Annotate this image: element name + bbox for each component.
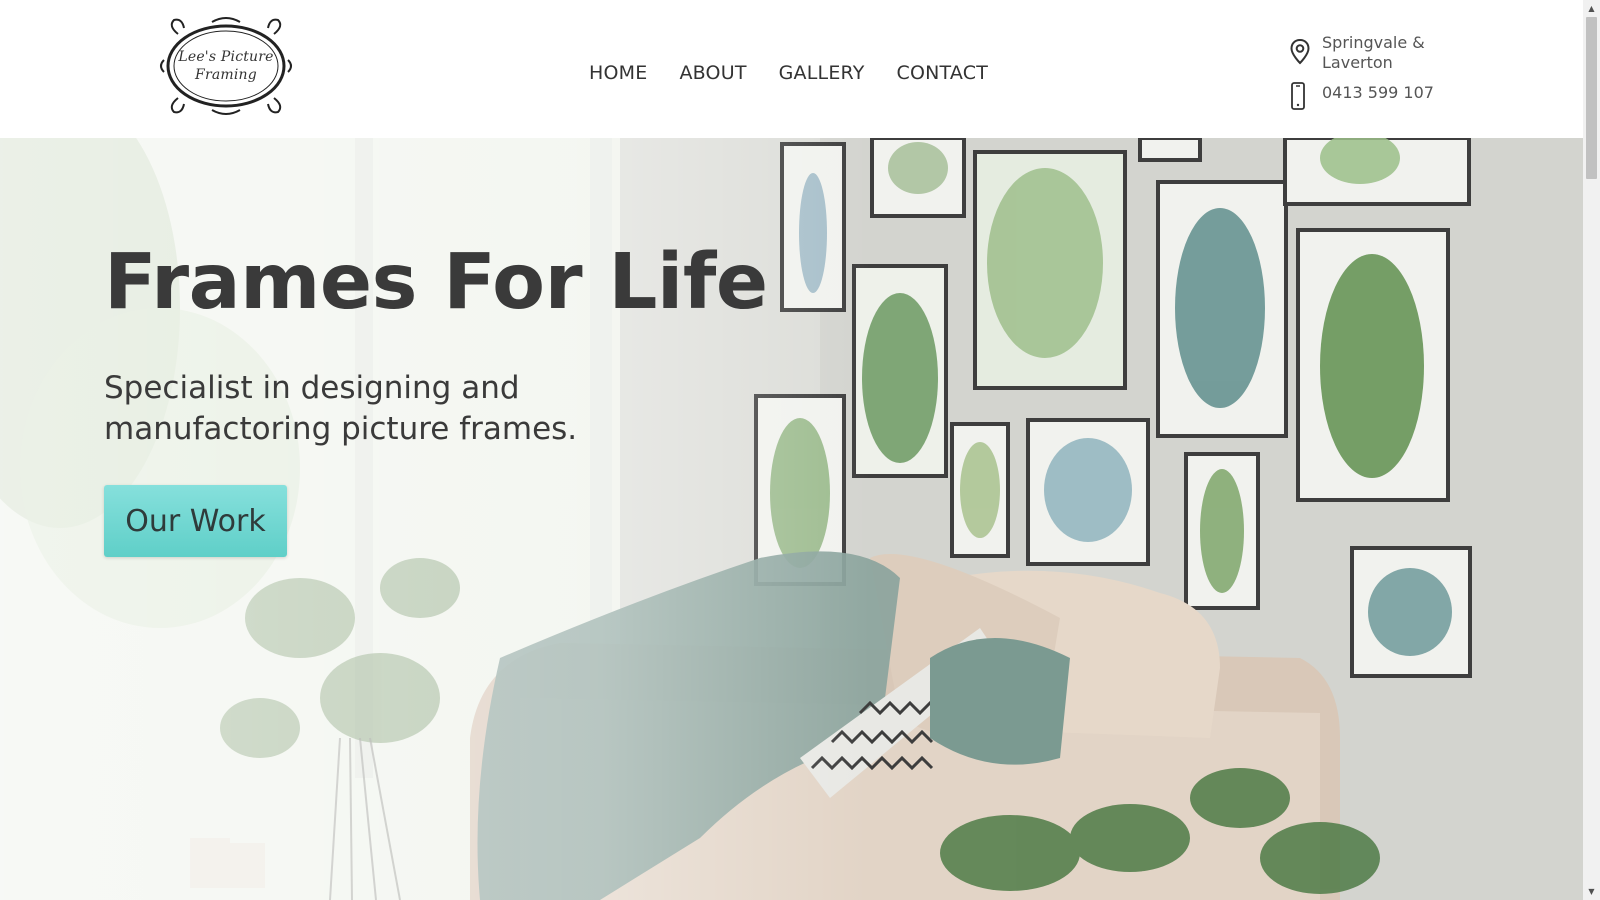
nav-item-gallery[interactable]: GALLERY — [779, 62, 865, 84]
location-text: Springvale & Laverton — [1322, 33, 1425, 72]
map-pin-icon — [1290, 38, 1310, 69]
ornate-frame-logo-icon — [160, 17, 292, 115]
hero-section: Frames For Life Specialist in designing … — [0, 138, 1583, 900]
location-row: Springvale & Laverton — [1290, 32, 1450, 74]
page-scrollbar[interactable]: ▲ ▼ — [1583, 0, 1600, 900]
phone-row[interactable]: 0413 599 107 — [1290, 79, 1450, 110]
nav-item-home[interactable]: HOME — [589, 62, 647, 84]
hero-title: Frames For Life — [104, 238, 768, 327]
nav-item-about[interactable]: ABOUT — [679, 62, 746, 84]
phone-number[interactable]: 0413 599 107 — [1322, 83, 1434, 103]
scroll-up-arrow-icon[interactable]: ▲ — [1583, 0, 1600, 17]
nav-item-contact[interactable]: CONTACT — [897, 62, 989, 84]
site-logo[interactable]: Lee's Picture Framing — [158, 16, 294, 116]
hero-subtitle: Specialist in designing and manufactorin… — [104, 370, 578, 447]
scroll-down-arrow-icon[interactable]: ▼ — [1583, 883, 1600, 900]
mobile-phone-icon — [1290, 82, 1306, 114]
site-header: Lee's Picture Framing HOME ABOUT GALLERY… — [0, 0, 1583, 138]
logo-text-line2: Framing — [195, 67, 257, 83]
main-nav: HOME ABOUT GALLERY CONTACT — [589, 60, 988, 86]
logo-text-line1: Lee's Picture — [178, 49, 274, 65]
our-work-button[interactable]: Our Work — [104, 485, 287, 557]
scrollbar-thumb[interactable] — [1586, 17, 1597, 179]
